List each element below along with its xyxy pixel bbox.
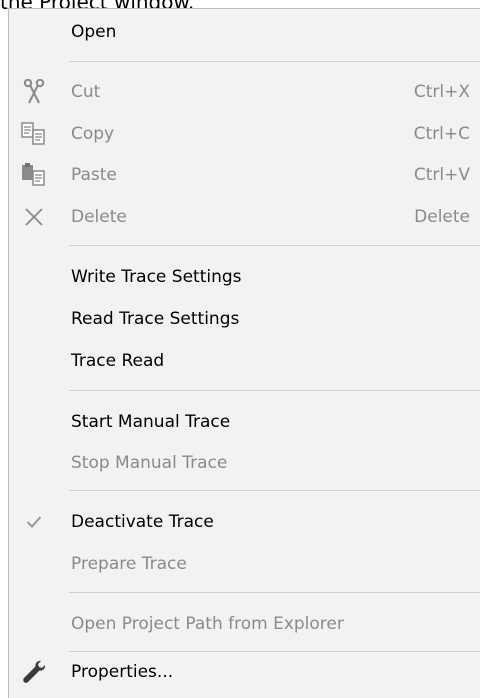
menu-item-trace-read[interactable]: Trace Read	[9, 338, 480, 384]
menu-separator	[69, 390, 480, 391]
menu-item-label: Delete	[71, 207, 127, 227]
menu-item-cut[interactable]: Cut Ctrl+X	[9, 69, 480, 115]
checkmark-icon	[9, 515, 59, 529]
menu-item-open-project-path[interactable]: Open Project Path from Explorer	[9, 601, 480, 647]
menu-separator	[69, 592, 480, 593]
menu-item-label: Cut	[71, 82, 101, 102]
menu-item-read-trace-settings[interactable]: Read Trace Settings	[9, 296, 480, 342]
menu-item-label: Copy	[71, 124, 115, 144]
menu-item-label: Start Manual Trace	[71, 412, 231, 432]
menu-item-shortcut: Delete	[414, 207, 470, 227]
wrench-icon	[9, 659, 59, 685]
menu-item-label: Read Trace Settings	[71, 309, 240, 329]
menu-item-shortcut: Ctrl+C	[413, 124, 470, 144]
menu-item-label: Paste	[71, 165, 117, 185]
menu-item-label: Prepare Trace	[71, 554, 187, 574]
menu-item-shortcut: Ctrl+V	[413, 165, 470, 185]
menu-item-prepare-trace[interactable]: Prepare Trace	[9, 541, 480, 587]
paste-icon	[9, 163, 59, 187]
menu-item-label: Deactivate Trace	[71, 512, 214, 532]
context-menu: Open Cut Ctrl+X Copy Ctrl+C Paste Ctrl+V…	[8, 8, 480, 698]
menu-separator	[69, 490, 480, 491]
menu-item-delete[interactable]: Delete Delete	[9, 194, 480, 240]
menu-item-label: Open Project Path from Explorer	[71, 614, 344, 634]
menu-item-label: Write Trace Settings	[71, 267, 242, 287]
menu-item-deactivate-trace[interactable]: Deactivate Trace	[9, 499, 480, 545]
menu-item-paste[interactable]: Paste Ctrl+V	[9, 152, 480, 198]
delete-icon	[9, 207, 59, 227]
menu-item-stop-manual-trace[interactable]: Stop Manual Trace	[9, 440, 480, 486]
copy-icon	[9, 122, 59, 146]
menu-item-label: Properties...	[71, 662, 174, 682]
menu-separator	[69, 61, 480, 62]
menu-item-start-manual-trace[interactable]: Start Manual Trace	[9, 399, 480, 445]
menu-item-label: Stop Manual Trace	[71, 453, 228, 473]
menu-item-write-trace-settings[interactable]: Write Trace Settings	[9, 254, 480, 300]
menu-item-open[interactable]: Open	[9, 9, 480, 55]
menu-item-label: Open	[71, 22, 117, 42]
menu-separator	[69, 245, 480, 246]
scissors-icon	[9, 79, 59, 105]
menu-item-properties[interactable]: Properties...	[9, 649, 480, 695]
menu-item-label: Trace Read	[71, 351, 165, 371]
menu-item-shortcut: Ctrl+X	[413, 82, 470, 102]
menu-item-copy[interactable]: Copy Ctrl+C	[9, 111, 480, 157]
